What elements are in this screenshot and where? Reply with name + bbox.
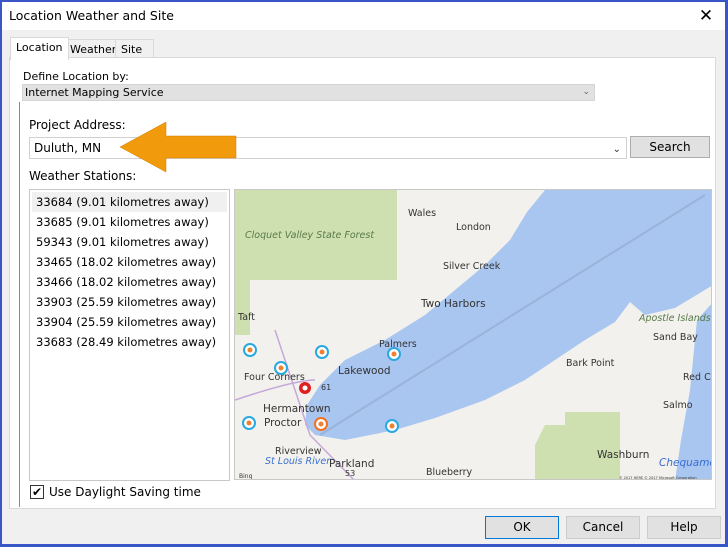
highway-shield: 53 <box>345 469 355 478</box>
map-label: London <box>456 222 491 233</box>
map-copyright: © 2017 HERE © 2017 Microsoft Corporation <box>619 476 697 480</box>
map-label: Blueberry <box>426 467 473 478</box>
chevron-down-icon[interactable]: ⌄ <box>613 140 621 160</box>
map-label: Cloquet Valley State Forest <box>245 230 375 241</box>
tab-site[interactable]: Site <box>115 39 154 59</box>
daylight-saving-label: Use Daylight Saving time <box>49 485 201 499</box>
forest-area <box>235 280 250 335</box>
chevron-down-icon: ⌄ <box>582 87 590 97</box>
map-label: Hermantown <box>263 403 331 415</box>
map-label: Wales <box>408 208 436 219</box>
list-item[interactable]: 33903 (25.59 kilometres away) <box>32 292 227 312</box>
map-label: Chequame Bay <box>659 457 712 469</box>
search-button[interactable]: Search <box>630 136 710 158</box>
map-label: Four Corners <box>244 372 305 383</box>
highway-shield: 61 <box>321 383 331 392</box>
map-label: Taft <box>237 312 255 323</box>
weather-station-marker-selected[interactable] <box>314 417 328 431</box>
map-label: Two Harbors <box>420 298 486 310</box>
map-label: Red Cl <box>683 372 712 383</box>
weather-station-marker[interactable] <box>274 361 288 375</box>
bing-logo: Bing <box>239 473 253 480</box>
map-label: Sand Bay <box>653 332 698 343</box>
list-item[interactable]: 33465 (18.02 kilometres away) <box>32 252 227 272</box>
define-location-select[interactable]: Internet Mapping Service ⌄ <box>22 84 595 101</box>
ok-button[interactable]: OK <box>485 516 559 539</box>
map-view[interactable]: Wales London Cloquet Valley State Forest… <box>234 189 712 480</box>
list-item[interactable]: 33685 (9.01 kilometres away) <box>32 212 227 232</box>
title-bar: Location Weather and Site ✕ <box>2 2 725 30</box>
map-label: Proctor <box>264 417 302 429</box>
group-divider <box>19 102 20 507</box>
map-label: Lakewood <box>338 365 391 377</box>
weather-station-marker[interactable] <box>315 345 329 359</box>
list-item[interactable]: 59343 (9.01 kilometres away) <box>32 232 227 252</box>
weather-station-marker[interactable] <box>385 419 399 433</box>
project-location-marker[interactable] <box>299 382 311 394</box>
project-address-value: Duluth, MN <box>34 141 102 155</box>
dialog-window: Location Weather and Site ✕ Location Wea… <box>2 2 725 544</box>
map-label: Washburn <box>597 449 649 461</box>
weather-station-marker[interactable] <box>242 416 256 430</box>
list-item[interactable]: 33466 (18.02 kilometres away) <box>32 272 227 292</box>
close-icon[interactable]: ✕ <box>695 5 717 27</box>
define-location-label: Define Location by: <box>23 70 129 83</box>
map-label: St Louis River <box>265 456 331 467</box>
project-address-label: Project Address: <box>29 118 126 132</box>
map-label: Silver Creek <box>443 261 501 272</box>
weather-stations-label: Weather Stations: <box>29 169 137 183</box>
map-label: Salmo <box>663 400 693 411</box>
tab-location[interactable]: Location <box>10 37 69 60</box>
tab-weather[interactable]: Weather <box>64 39 123 59</box>
list-item[interactable]: 33684 (9.01 kilometres away) <box>32 192 227 212</box>
define-location-value: Internet Mapping Service <box>25 86 164 99</box>
window-title: Location Weather and Site <box>9 8 174 23</box>
weather-station-marker[interactable] <box>243 343 257 357</box>
weather-station-marker[interactable] <box>387 347 401 361</box>
map-label: Apostle Islands <box>638 313 711 324</box>
weather-stations-list[interactable]: 33684 (9.01 kilometres away) 33685 (9.01… <box>29 189 230 481</box>
list-item[interactable]: 33683 (28.49 kilometres away) <box>32 332 227 352</box>
help-button[interactable]: Help <box>647 516 721 539</box>
daylight-saving-checkbox[interactable]: ✔ <box>30 485 44 499</box>
list-item[interactable]: 33904 (25.59 kilometres away) <box>32 312 227 332</box>
cancel-button[interactable]: Cancel <box>566 516 640 539</box>
map-label: Bark Point <box>566 358 615 369</box>
orange-arrow-icon <box>119 121 237 173</box>
